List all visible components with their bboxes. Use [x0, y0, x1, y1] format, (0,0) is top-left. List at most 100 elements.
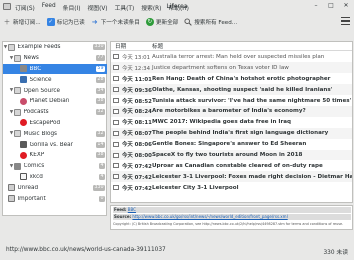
new-subscription-label: 新增订阅...: [13, 19, 41, 26]
xkcd-icon: [20, 173, 27, 181]
item-row[interactable]: 今天 07:42 Leicester City 3-1 Liverpool: [111, 182, 352, 193]
unread-count-badge: 4: [98, 163, 105, 170]
feed-row-gorilla-vs-bear[interactable]: Gorilla vs. Bear 14: [3, 139, 107, 150]
item-title: Ren Hang: Death of China's hotshot eroti…: [152, 75, 331, 82]
item-row[interactable]: 今天 13:01 Australia terror arrest: Man hel…: [111, 52, 352, 63]
feed-label: News: [23, 55, 39, 62]
hamburger-menu-icon[interactable]: [341, 17, 350, 25]
item-date: 今天 11:01: [122, 76, 152, 83]
arrow-right-icon: ➜: [91, 17, 98, 26]
feed-row-planet-debian[interactable]: Planet Debian 38: [3, 96, 107, 107]
folder-icon: [14, 87, 21, 95]
item-list-header: 日期 标题: [111, 42, 352, 51]
item-row[interactable]: 今天 07:42 Uproar as Canadian constable cle…: [111, 161, 352, 172]
maximize-button[interactable]: □: [327, 2, 335, 10]
item-title: Olathe, Kansas, shooting suspect 'said h…: [152, 86, 333, 93]
unread-count-badge: 38: [95, 152, 105, 159]
item-list[interactable]: 日期 标题 今天 13:01 Australia terror arrest: M…: [110, 41, 353, 203]
item-row[interactable]: 今天 07:42 Leicester 3-1 Liverpool: Foxes m…: [111, 171, 353, 183]
mark-all-read-button[interactable]: ✓ 标记为已读: [46, 16, 85, 28]
feed-row-music-blogs[interactable]: ▼ Music Blogs 32: [3, 128, 107, 139]
planet-debian-icon: [20, 97, 27, 105]
search-all-feeds-label: 搜索所有 Feed...: [194, 19, 238, 26]
search-all-feeds-button[interactable]: 搜索所有 Feed...: [184, 16, 237, 28]
unread-count-badge: 14: [95, 141, 105, 148]
item-date: 今天 08:07: [122, 131, 152, 138]
unread-count-badge: 38: [95, 98, 105, 105]
item-row[interactable]: 今天 12:34 Justice department softens on Te…: [111, 62, 352, 74]
unread-count-badge: 0: [98, 195, 105, 202]
comics-feed-icon: [14, 162, 21, 170]
item-row[interactable]: 今天 08:06 Gentle Bones: Singapore's answer…: [111, 139, 352, 150]
unread-count-badge: 34: [95, 87, 105, 94]
item-row[interactable]: 今天 08:24 Are motorbikes a barometer of In…: [111, 106, 352, 117]
mark-all-read-label: 标记为已读: [56, 19, 85, 26]
unread-count-badge: 330: [92, 184, 105, 191]
feed-row-bbc[interactable]: BBC 59: [3, 63, 107, 75]
column-header-title[interactable]: 标题: [146, 42, 352, 50]
toolbar: ＋ 新增订阅... ✓ 标记为已读 ➜ 下一个未读条目 ↻ 更新全部 搜索所有 …: [0, 13, 354, 30]
status-bar: http://www.bbc.co.uk/news/world-us-canad…: [0, 245, 354, 260]
update-all-button[interactable]: ↻ 更新全部: [145, 16, 178, 28]
unread-count-badge: 77: [95, 55, 105, 62]
item-title: Tunisia attack survivor: 'I've had the s…: [152, 97, 352, 104]
item-title: Justice department softens on Texas vote…: [152, 64, 289, 71]
item-title: The people behind India's first sign lan…: [152, 130, 329, 137]
feed-row-comics[interactable]: ▼ Comics 4: [3, 161, 107, 172]
science-icon: [20, 76, 27, 84]
item-row[interactable]: 今天 11:01 Ren Hang: Death of China's hotsh…: [111, 73, 352, 84]
feed-label: Music Blogs: [23, 130, 58, 137]
feed-row-open-source[interactable]: ▼ Open Source 34: [3, 85, 107, 96]
preview-source-link[interactable]: http://www.bbc.co.uk/go/rss/int/news/-/n…: [132, 214, 287, 219]
preview-feed-link[interactable]: BBC: [128, 207, 136, 212]
feed-label: Open Source: [23, 87, 61, 94]
feed-row-kexp[interactable]: KEXP 38: [3, 150, 107, 161]
item-title: Are motorbikes a barometer of India's ec…: [152, 108, 306, 115]
feed-label: KEXP: [29, 152, 45, 159]
error-icon: [20, 119, 27, 127]
feed-list[interactable]: ▼ Example Feeds 330 ▼ News 77 BBC 59 Sci…: [2, 41, 107, 216]
item-row[interactable]: 今天 08:52 Tunisia attack survivor: 'I've h…: [111, 95, 352, 106]
item-row[interactable]: 今天 08:11 MWC 2017: Wikipedia goes data fr…: [111, 117, 352, 128]
item-row[interactable]: 今天 09:36 Olathe, Kansas, shooting suspect…: [111, 84, 352, 96]
column-header-date[interactable]: 日期: [111, 42, 146, 50]
feed-row-unread[interactable]: Unread 330: [3, 182, 107, 193]
feed-row-important[interactable]: Important 0: [3, 193, 107, 204]
preview-feed-line: Feed: BBC: [113, 207, 351, 213]
feed-label: Example Feeds: [17, 44, 61, 51]
feed-row-news[interactable]: ▼ News 77: [3, 53, 107, 64]
preview-copyright: Copyright: (C) British Broadcasting Corp…: [113, 222, 344, 226]
kexp-icon: [20, 151, 27, 159]
minimize-button[interactable]: –: [312, 2, 320, 10]
feed-row-science[interactable]: Science 28: [3, 74, 107, 85]
item-title: MWC 2017: Wikipedia goes data free in Ir…: [152, 119, 291, 126]
unread-count-badge: 59: [95, 65, 105, 72]
item-title: Leicester City 3-1 Liverpool: [152, 184, 239, 191]
item-title: Gentle Bones: Singapore's answer to Ed S…: [152, 141, 307, 148]
feed-row-xkcd[interactable]: xkcd 4: [3, 172, 107, 183]
unread-count-badge: 32: [95, 130, 105, 137]
search-icon: [184, 17, 193, 26]
next-unread-button[interactable]: ➜ 下一个未读条目: [91, 16, 140, 28]
feed-row-example-feeds[interactable]: ▼ Example Feeds 330: [3, 42, 107, 53]
new-subscription-button[interactable]: ＋ 新增订阅...: [3, 16, 41, 28]
unread-count-badge: 28: [95, 76, 105, 83]
feed-row-podcasts[interactable]: ▼ Podcasts 32: [3, 107, 107, 118]
feed-label: xkcd: [29, 173, 43, 180]
item-row[interactable]: 今天 08:00 SpaceX to fly two tourists aroun…: [111, 149, 352, 161]
item-date: 今天 08:11: [122, 120, 152, 127]
item-date: 今天 07:42: [122, 174, 152, 181]
item-date: 今天 08:00: [122, 153, 152, 160]
item-date: 今天 07:42: [122, 163, 152, 170]
feed-label: Unread: [17, 184, 39, 191]
title-bar: 订阅(S) Feed 条目(I) 视图(V) 工具(T) 搜索(R) 帮助(H)…: [0, 0, 354, 13]
item-date: 今天 08:06: [122, 142, 152, 149]
item-title: Leicester 3-1 Liverpool: Foxes made righ…: [152, 173, 353, 180]
feed-label: EscapePod: [29, 119, 61, 126]
item-row[interactable]: 今天 08:07 The people behind India's first …: [111, 127, 352, 139]
feed-label: Gorilla vs. Bear: [29, 141, 73, 148]
close-button[interactable]: ✕: [342, 2, 350, 10]
next-unread-label: 下一个未读条目: [100, 19, 140, 26]
bbc-feed-icon: [20, 65, 27, 73]
feed-row-escapepod[interactable]: EscapePod: [3, 118, 107, 129]
